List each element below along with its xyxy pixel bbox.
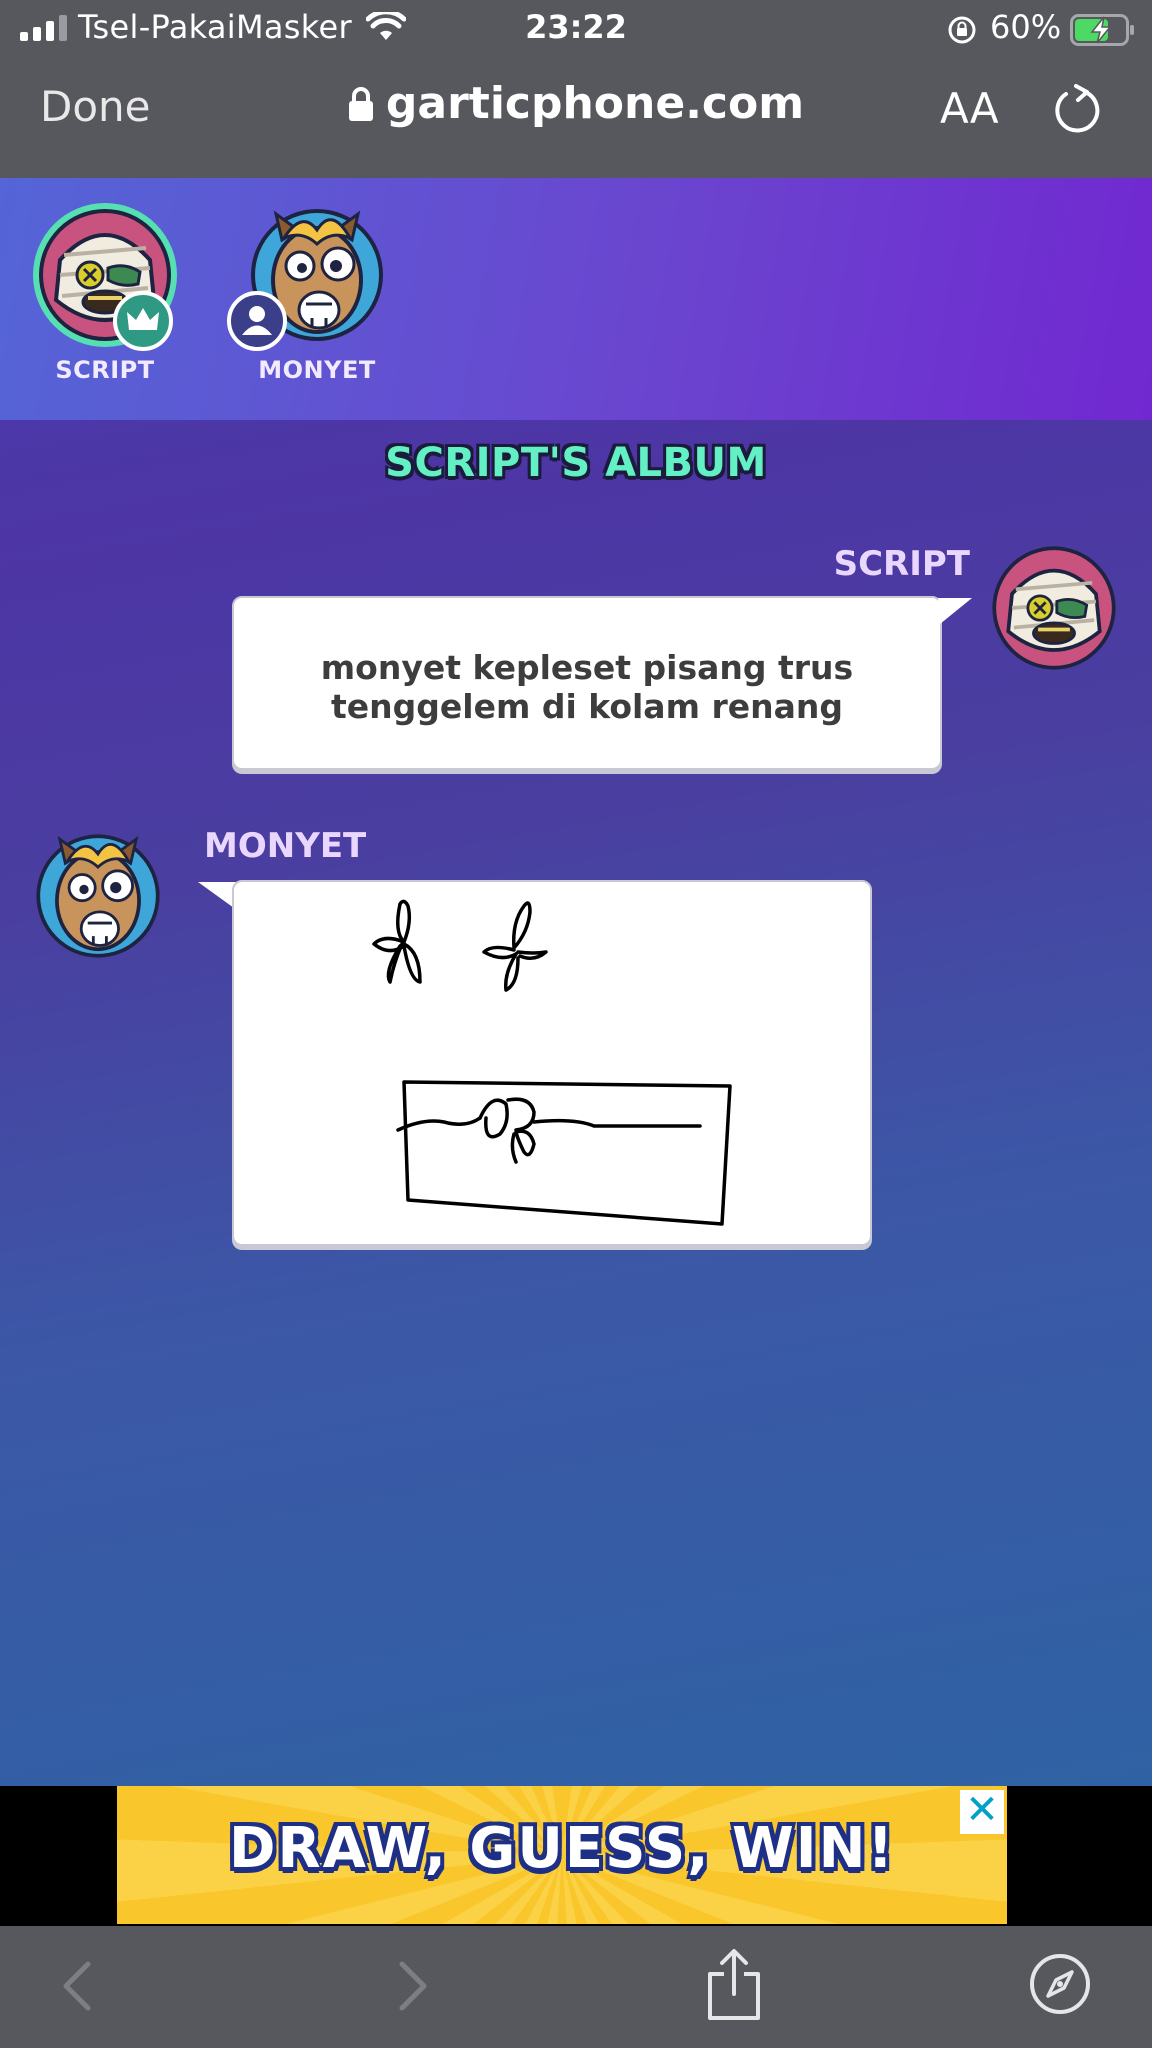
browser-toolbar — [0, 1926, 1152, 2048]
url-text: garticphone.com — [385, 78, 805, 129]
forward-icon[interactable] — [392, 1956, 432, 2016]
bubble-tail — [938, 598, 972, 624]
padlock-icon — [348, 87, 373, 121]
status-bar: Tsel-PakaiMasker 23:22 60% — [0, 0, 1152, 58]
entry-text: monyet kepleset pisang trus tenggelem di… — [320, 648, 854, 726]
compass-icon[interactable] — [1028, 1952, 1092, 2016]
player-card: MONYET — [227, 200, 392, 384]
crown-icon — [113, 291, 173, 351]
close-ad-button[interactable]: ✕ — [960, 1790, 1004, 1834]
done-button[interactable]: Done — [40, 82, 151, 131]
ad-headline: DRAW, GUESS, WIN! — [228, 1816, 896, 1881]
drawing-bubble — [232, 880, 872, 1246]
share-icon[interactable] — [704, 1948, 764, 2022]
album-title: SCRIPT'S ALBUM — [385, 440, 767, 486]
ad-banner[interactable]: DRAW, GUESS, WIN! — [117, 1786, 1007, 1924]
rotation-lock-icon — [948, 16, 976, 44]
llama-avatar-icon — [36, 834, 160, 958]
text-bubble: monyet kepleset pisang trus tenggelem di… — [232, 596, 942, 770]
bubble-tail — [198, 882, 236, 908]
browser-top-bar: Done garticphone.com AA — [0, 58, 1152, 178]
entry-author: MONYET — [204, 826, 367, 866]
battery-charging-icon — [1070, 14, 1134, 46]
entry-author: SCRIPT — [833, 544, 970, 584]
back-icon[interactable] — [58, 1956, 98, 2016]
player-name: SCRIPT — [55, 356, 155, 384]
player-list: SCRIPT MONYET — [0, 178, 1152, 420]
user-icon — [227, 291, 287, 351]
carrier-name: Tsel-PakaiMasker — [78, 8, 352, 46]
wifi-icon — [366, 12, 406, 40]
signal-icon — [20, 15, 67, 41]
player-drawing — [372, 899, 732, 1226]
text-size-button[interactable]: AA — [940, 84, 999, 133]
player-card: SCRIPT — [30, 200, 180, 384]
game-area: SCRIPT MONYET SCRIPT'S ALBUM SCRIPT mony… — [0, 178, 1152, 1786]
reload-icon[interactable] — [1052, 82, 1102, 136]
battery-percentage: 60% — [990, 8, 1062, 46]
ad-container: DRAW, GUESS, WIN! ✕ — [0, 1786, 1152, 1926]
mummy-avatar-icon — [992, 546, 1116, 670]
player-name: MONYET — [258, 356, 376, 384]
